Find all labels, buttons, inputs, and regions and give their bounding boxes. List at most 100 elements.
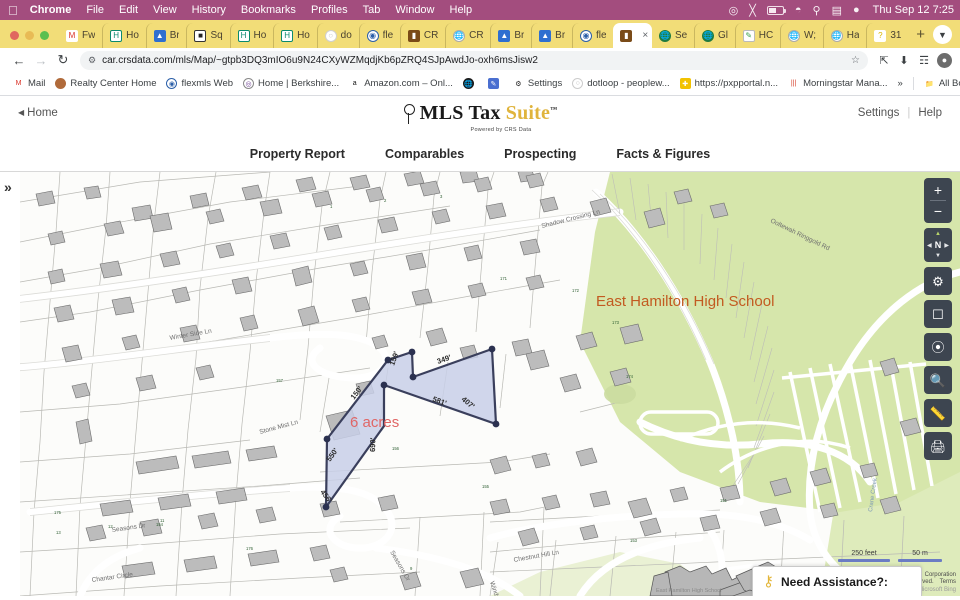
expand-panel-button[interactable]: » [4,180,12,194]
share-icon[interactable]: ⇱ [874,50,894,70]
browser-tab[interactable]: ▲ Br [145,23,187,48]
browser-tab[interactable]: ○ do [316,23,359,48]
bookmark-label: Morningstar Mana... [803,78,888,89]
spotlight-search-icon[interactable]: ⚲ [813,4,821,17]
crosshair-icon[interactable]: ⦿ [924,333,952,361]
menu-profiles[interactable]: Profiles [311,4,348,16]
browser-tab[interactable]: ▮ CR [399,23,445,48]
puzzle-icon[interactable]: ☶ [914,50,934,70]
settings-link[interactable]: Settings [858,107,900,119]
browser-tab[interactable]: ◉ fle [358,23,400,48]
browser-tab[interactable]: 🌐 Ha [822,23,867,48]
nav-prospecting[interactable]: Prospecting [502,145,578,167]
reload-button[interactable]: ↻ [52,49,74,71]
bookmarks-overflow-button[interactable]: » [893,76,908,91]
menu-bookmarks[interactable]: Bookmarks [241,4,296,16]
zoom-in-button[interactable]: + [924,180,952,200]
search-map-button[interactable]: 🔍 [924,366,952,394]
display-icon[interactable]: ▤ [832,4,842,17]
new-tab-button[interactable]: + [908,26,933,48]
browser-tab[interactable]: ▲ Br [531,23,572,48]
printer-icon[interactable]: 🖨 [924,432,952,460]
gear-icon[interactable]: ⚙ [924,267,952,295]
browser-tab[interactable]: H Ho [273,23,317,48]
pan-right-icon[interactable]: ▶ [944,242,949,249]
browser-tab[interactable]: H Ho [102,23,146,48]
profile-avatar[interactable]: ● [937,52,952,68]
browser-tab[interactable]: ✎ HC [734,23,780,48]
os-clock[interactable]: Thu Sep 12 7:25 [873,4,954,16]
globe-dark-icon: 🌐 [462,78,474,89]
map-settings-button[interactable]: ⚙ [924,267,952,295]
bookmark-globe[interactable]: 🌐 [458,76,483,91]
download-icon[interactable]: ⬇ [894,50,914,70]
bookmark-amazon[interactable]: a Amazon.com – Onl... [344,76,458,91]
browser-tab[interactable]: ? 31 [866,23,908,48]
menu-edit[interactable]: Edit [119,4,138,16]
browser-tab[interactable]: 🌐 Se [652,23,694,48]
menu-chrome[interactable]: Chrome [30,4,72,16]
browser-tab[interactable]: H Ho [229,23,274,48]
browser-tab[interactable]: ◉ fle [571,23,613,48]
site-settings-icon[interactable]: ⚙ [88,55,96,66]
map-canvas[interactable]: 6 acres 150' 159' 349' 550' 690' 456' 58… [0,172,960,596]
bookmark-home-berkshire[interactable]: ◎ Home | Berkshire... [238,76,344,91]
bluetooth-off-icon[interactable]: ╳ [749,4,756,17]
polygon-icon[interactable]: ☐ [924,300,952,328]
pan-left-icon[interactable]: ◀ [927,242,932,249]
compass-icon[interactable]: ▲ ◀ N ▶ ▼ [924,228,952,262]
nav-facts-figures[interactable]: Facts & Figures [614,145,712,167]
nav-property-report[interactable]: Property Report [248,145,347,167]
control-center-icon[interactable]: ◎ [729,4,739,17]
apple-icon[interactable]:  [8,4,18,17]
ruler-icon[interactable]: 📏 [924,399,952,427]
menu-history[interactable]: History [192,4,226,16]
menu-tab[interactable]: Tab [363,4,381,16]
browser-tab[interactable]: 🌐 Gl [693,23,735,48]
forward-button[interactable]: → [30,49,52,71]
browser-tab-active[interactable]: ▮ × [613,23,652,48]
bookmark-flexmls-web[interactable]: ◉ flexmls Web [161,76,238,91]
bookmark-dotloop[interactable]: ○ dotloop - peoplew... [567,76,674,91]
minimize-window-button[interactable] [25,31,34,40]
pan-down-icon[interactable]: ▼ [935,253,941,259]
draw-shape-button[interactable]: ☐ [924,300,952,328]
compass-control[interactable]: ▲ ◀ N ▶ ▼ [924,228,952,262]
print-map-button[interactable]: 🖨 [924,432,952,460]
all-bookmarks-button[interactable]: 📁All Bookmarks [919,76,960,91]
browser-tab[interactable]: ▲ Br [490,23,531,48]
measure-button[interactable]: 📏 [924,399,952,427]
close-window-button[interactable] [10,31,19,40]
bookmark-morningstar[interactable]: ||| Morningstar Mana... [783,76,892,91]
chevron-down-icon[interactable]: ▼ [933,25,952,44]
bookmark-star-icon[interactable]: ☆ [851,55,860,66]
user-avatar-icon[interactable]: ● [853,4,860,16]
need-assistance-widget[interactable]: ⚷ Need Assistance?: [752,566,922,596]
nav-comparables[interactable]: Comparables [383,145,466,167]
browser-tab[interactable]: 🌐 CR [445,23,490,48]
search-icon[interactable]: 🔍 [924,366,952,394]
bookmark-settings[interactable]: ⚙ Settings [508,76,567,91]
bookmark-pxpportal[interactable]: ✚ https://pxpportal.n... [675,76,783,91]
menu-file[interactable]: File [86,4,104,16]
maximize-window-button[interactable] [40,31,49,40]
menu-view[interactable]: View [153,4,177,16]
locate-me-button[interactable]: ⦿ [924,333,952,361]
help-link[interactable]: Help [918,107,942,119]
menu-window[interactable]: Window [395,4,434,16]
attribution-terms-link[interactable]: Terms [940,579,956,587]
battery-icon[interactable] [766,5,786,15]
bookmark-blue-note[interactable]: ✎ [483,76,508,91]
wifi-icon[interactable]: ◓ [795,4,802,16]
browser-tab[interactable]: M Fw [59,23,102,48]
pan-up-icon[interactable]: ▲ [935,231,941,237]
bookmark-realty-center-home[interactable]: Realty Center Home [50,76,161,91]
browser-tab[interactable]: ■ Sq [186,23,229,48]
address-bar[interactable]: ⚙ car.crsdata.com/mls/Map/~gtpb3DQ3mIO6u… [80,50,868,70]
zoom-out-button[interactable]: − [924,201,952,221]
back-button[interactable]: ← [8,49,30,71]
bookmark-mail[interactable]: M Mail [8,76,50,91]
browser-tab[interactable]: 🌐 W; [779,23,823,48]
close-tab-icon[interactable]: × [642,30,648,41]
menu-help[interactable]: Help [450,4,473,16]
